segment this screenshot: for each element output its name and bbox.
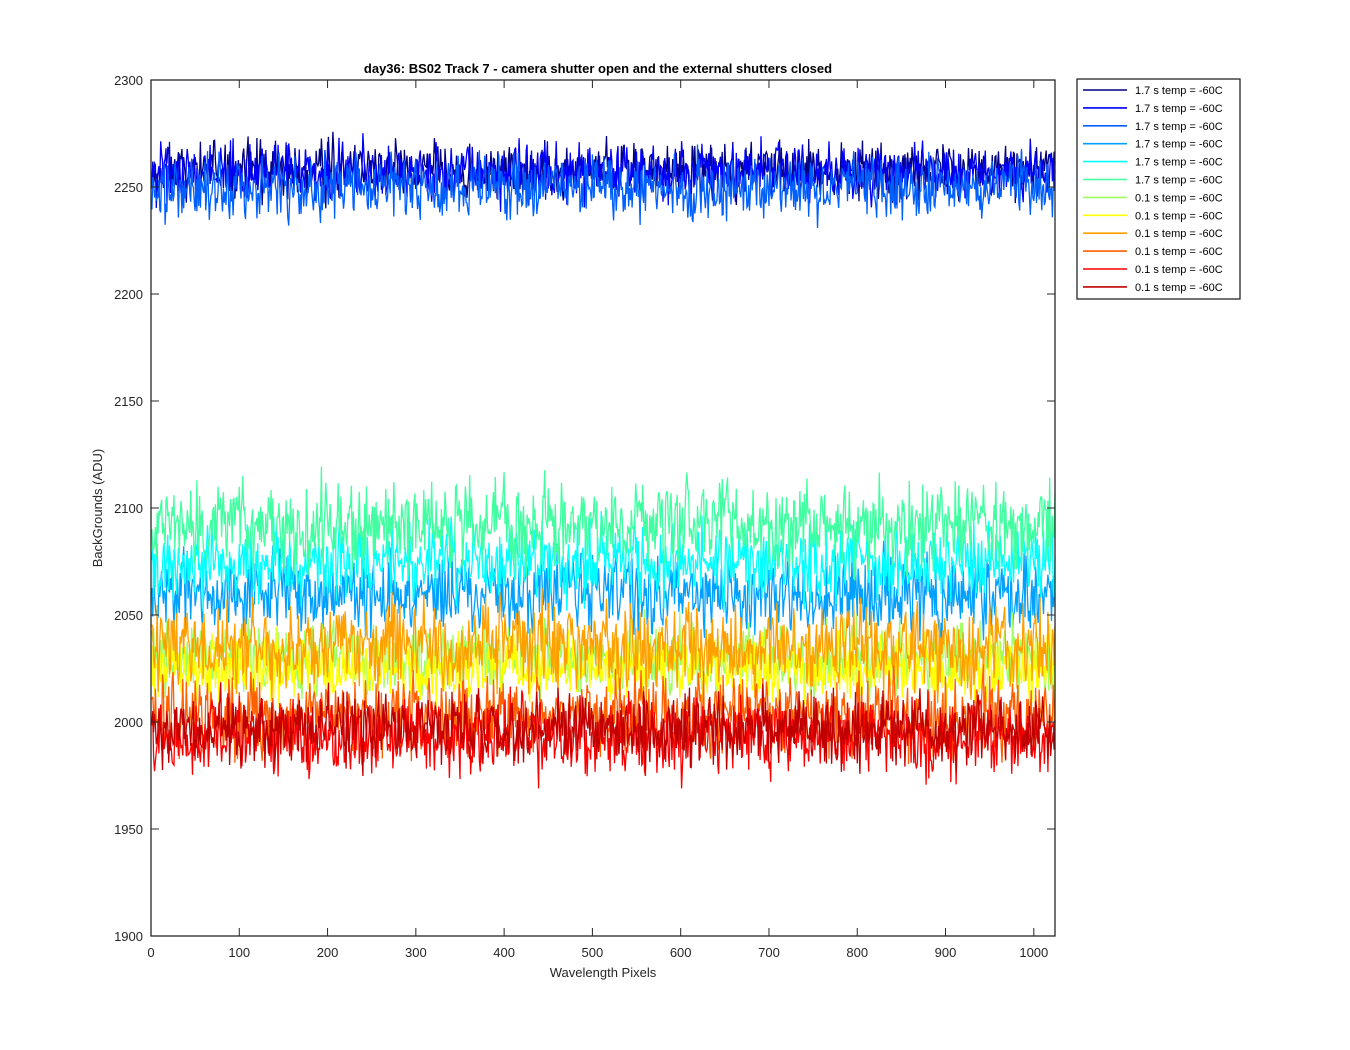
y-tick-label: 2150	[114, 394, 143, 409]
legend-label: 0.1 s temp = -60C	[1135, 246, 1223, 258]
x-tick-label: 100	[228, 945, 250, 960]
y-tick-label: 2300	[114, 73, 143, 88]
legend: 1.7 s temp = -60C 1.7 s temp = -60C 1.7 s …	[1076, 78, 1241, 300]
legend-label: 0.1 s temp = -60C	[1135, 264, 1223, 276]
x-tick-label: 800	[846, 945, 868, 960]
y-tick-label: 1950	[114, 822, 143, 837]
x-tick-label: 900	[935, 945, 957, 960]
x-tick-label: 700	[758, 945, 780, 960]
x-tick-label: 0	[147, 945, 154, 960]
y-tick-label: 2050	[114, 608, 143, 623]
x-tick-label: 1000	[1019, 945, 1048, 960]
chart-title: day36: BS02 Track 7 - camera shutter ope…	[364, 61, 832, 76]
x-tick-label: 300	[405, 945, 427, 960]
legend-label: 1.7 s temp = -60C	[1135, 85, 1223, 97]
y-tick-label: 2100	[114, 501, 143, 516]
line-chart: day36: BS02 Track 7 - camera shutter ope…	[0, 0, 1350, 1050]
x-tick-label: 400	[493, 945, 515, 960]
legend-label: 1.7 s temp = -60C	[1135, 103, 1223, 115]
x-tick-label: 200	[317, 945, 339, 960]
legend-label: 0.1 s temp = -60C	[1135, 192, 1223, 204]
y-tick-label: 2200	[114, 287, 143, 302]
legend-label: 0.1 s temp = -60C	[1135, 282, 1223, 294]
legend-label: 0.1 s temp = -60C	[1135, 228, 1223, 240]
y-tick-label: 1900	[114, 929, 143, 944]
y-tick-label: 2250	[114, 180, 143, 195]
legend-label: 1.7 s temp = -60C	[1135, 157, 1223, 169]
legend-label: 1.7 s temp = -60C	[1135, 175, 1223, 187]
legend-label: 0.1 s temp = -60C	[1135, 210, 1223, 222]
legend-label: 1.7 s temp = -60C	[1135, 121, 1223, 133]
legend-label: 1.7 s temp = -60C	[1135, 139, 1223, 151]
y-axis-label: BackGrounds (ADU)	[90, 449, 105, 567]
x-axis-label: Wavelength Pixels	[550, 965, 657, 980]
y-tick-label: 2000	[114, 715, 143, 730]
x-tick-label: 500	[582, 945, 604, 960]
figure: day36: BS02 Track 7 - camera shutter ope…	[0, 0, 1350, 1050]
x-tick-label: 600	[670, 945, 692, 960]
